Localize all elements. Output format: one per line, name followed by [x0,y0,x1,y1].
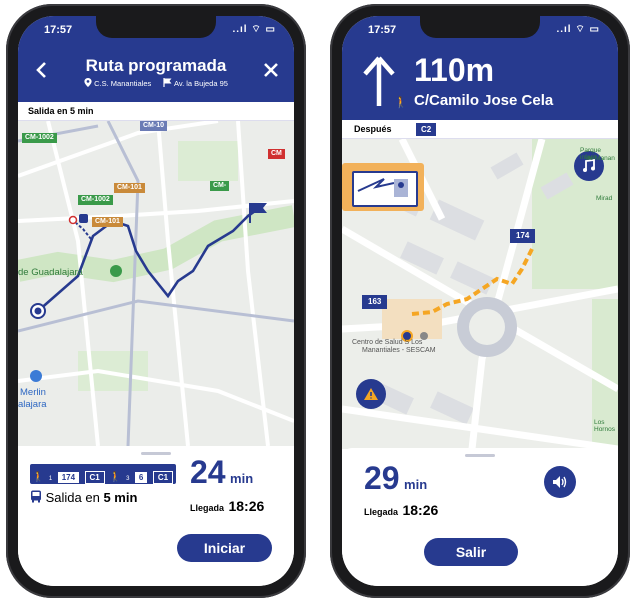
page-title: Ruta programada [85,56,227,75]
edge-label: de Manan [586,155,615,162]
bus-icon [31,490,41,503]
street-name: C/Camilo Jose Cela [414,92,554,109]
duration: 29 min [364,460,427,497]
drag-handle[interactable] [141,452,171,455]
destination-flag-icon [249,203,267,223]
status-time: 17:57 [368,24,397,36]
phone-right: 17:57 ..ıl ⌔ ▭ 🚶 110m C/Camilo Jose Cela… [330,4,630,598]
alert-button[interactable] [356,379,386,409]
leg-bus-174: 174 [56,471,81,484]
arrival: Llegada 18:26 [364,502,438,520]
speaker-icon [553,476,567,488]
transit-card-thumbnail[interactable] [342,163,424,211]
status-time: 17:57 [44,24,73,36]
sound-button[interactable] [544,466,576,498]
arrival-label: Llegada [190,503,225,513]
stop-label: 163 [362,295,388,309]
origin-label: C.S. Manantiales [94,79,152,88]
place-label-line: Centro de Salud S Los [352,339,423,346]
destination-label: Av. la Bujeda 95 [174,79,228,88]
walk-icon: 🚶 [32,472,45,483]
road-label: CM-10 [140,121,168,131]
leg-c1: C1 [84,471,105,484]
place-label: de Guadalajara [18,267,83,278]
start-button[interactable]: Iniciar [177,534,272,562]
close-icon [264,63,278,77]
arrival-time: 18:26 [228,498,265,514]
duration-unit: min [230,471,254,486]
arrival-time: 18:26 [402,502,439,518]
road-label: CM-1002 [22,133,57,143]
place-label: alajara [18,399,47,410]
exit-button[interactable]: Salir [424,538,518,566]
close-button[interactable] [262,61,280,79]
flag-icon [163,78,172,87]
notch [96,16,216,38]
status-icons: ..ıl ⌔ ▭ [556,24,600,35]
next-route-badge: C2 [416,123,437,136]
road-label: CM-101 [92,217,123,227]
next-label: Después [354,124,392,134]
duration-value: 29 [364,460,400,496]
screen-navigation: 17:57 ..ıl ⌔ ▭ 🚶 110m C/Camilo Jose Cela… [342,16,618,586]
navigation-map[interactable]: 174 163 Centro de Salud S Los Manantiale… [342,139,618,449]
duration: 24 min [190,454,253,491]
legs-bar: 🚶 1 174 C1 🚶 3 6 C1 [30,464,176,484]
notch [420,16,540,38]
place-label-line: Manantiales - SESCAM [362,347,436,354]
arrival-label: Llegada [364,507,399,517]
location-pin-icon [84,78,92,87]
route-summary-sheet: 🚶 1 174 C1 🚶 3 6 C1 Salida en 5 min 24 m… [18,446,294,586]
road-label: CM-1002 [78,195,113,205]
status-icons: ..ıl ⌔ ▭ [232,24,276,35]
road-label: CM-101 [114,183,145,193]
place-label: Centro de Salud S Los Manantiales - SESC… [352,339,436,355]
place-label: Merlin [20,387,46,398]
road-label: CM- [210,181,230,191]
departure-subheader: Salida en 5 min [18,102,294,121]
duration-unit: min [404,477,428,492]
leg-c1: C1 [152,471,174,484]
route-map[interactable]: CM-1002 CM-10 CM-101 CM-1002 CM-101 CM- … [18,121,294,446]
distance: 110m [414,52,495,88]
leg-bus-6: 6 [133,471,149,484]
stop-label: 174 [510,229,536,243]
warning-icon [364,388,378,400]
departure-value: 5 min [103,490,138,505]
drag-handle[interactable] [465,454,495,457]
transit-card-icon [357,178,408,197]
phone-left: 17:57 ..ıl ⌔ ▭ Ruta programada C.S. Mana… [6,4,306,598]
departure-line: Salida en 5 min [30,490,137,505]
arrival: Llegada 18:26 [190,498,264,516]
walk-icon: 🚶 [394,97,408,109]
route-endpoints: C.S. Manantiales Av. la Bujeda 95 [18,78,294,88]
walk-step: 3 [126,476,130,482]
departure-prefix: Salida en [45,490,100,505]
map-canvas [18,121,294,446]
arrow-up-icon [363,56,395,106]
next-instruction-bar: Después C2 [342,120,618,139]
walk-step: 1 [48,476,53,482]
road-label: CM [268,149,285,159]
duration-value: 24 [190,454,226,490]
navigation-summary-sheet: 29 min Llegada 18:26 Salir [342,448,618,586]
edge-label: Los Hornos [594,419,615,433]
edge-label: Mirad [596,195,613,202]
screen-planned-route: 17:57 ..ıl ⌔ ▭ Ruta programada C.S. Mana… [18,16,294,586]
walk-icon: 🚶 [109,472,122,483]
